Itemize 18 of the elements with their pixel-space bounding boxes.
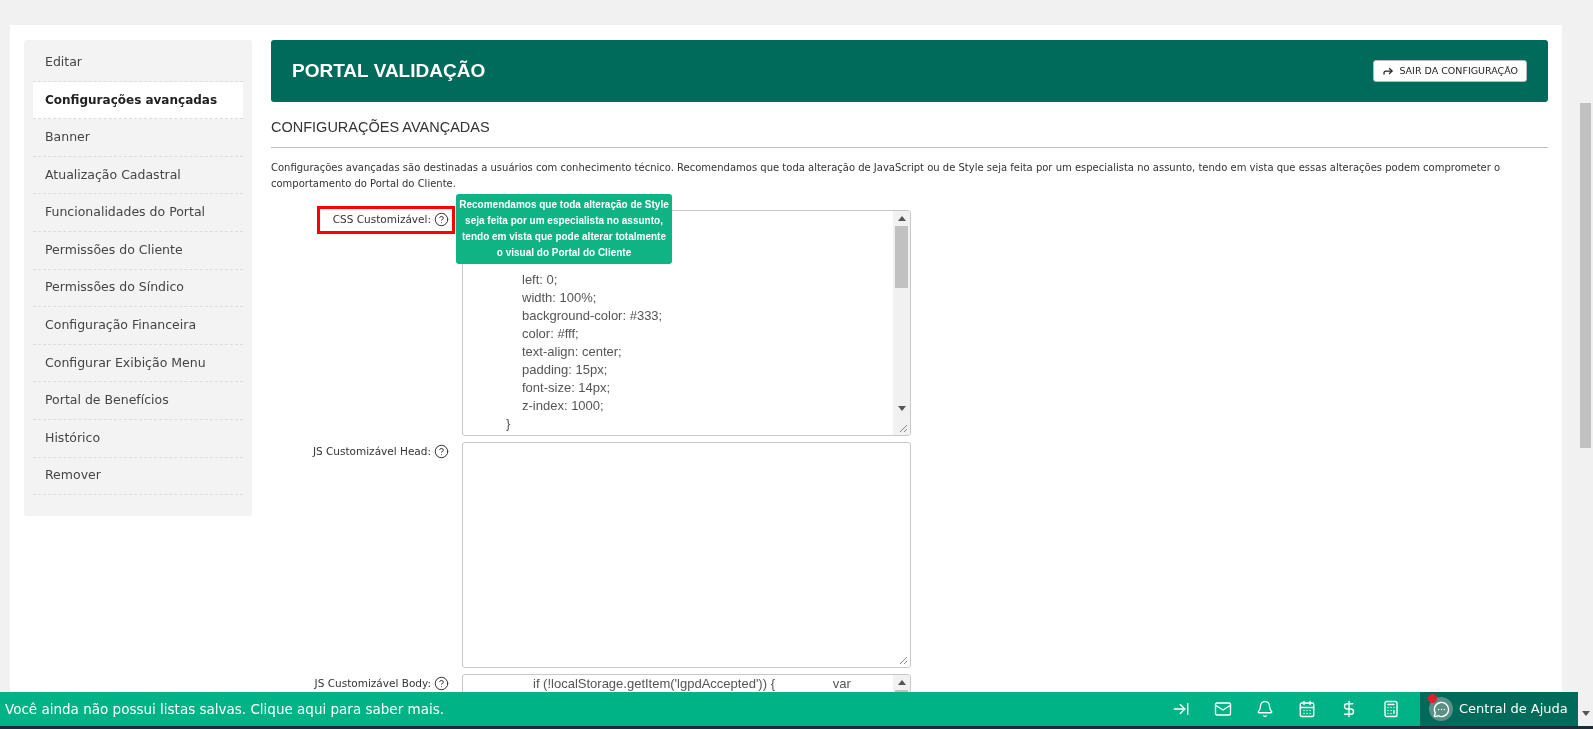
code-line: if (!localStorage.getItem('lgpdAccepted')) { var bbox=[532, 675, 851, 691]
code-line: width: 100%; bbox=[521, 288, 597, 307]
field-label: JS Customizável Body: bbox=[314, 675, 431, 691]
code-line: color: #fff; bbox=[521, 324, 579, 343]
page-title: PORTAL VALIDAÇÃO bbox=[292, 58, 486, 83]
code-line: font-size: 14px; bbox=[521, 378, 611, 397]
field-label: JS Customizável Head: bbox=[312, 443, 431, 459]
help-center-label: Central de Ajuda bbox=[1459, 700, 1568, 719]
code-line: background-color: #333; bbox=[521, 306, 663, 325]
code-line: z-index: 1000; bbox=[521, 396, 604, 415]
tooltip: Recomendamos que toda alteração de Style seja feita por um especialista no assunto, tendo em vista que pode alterar totalmente o visual do Portal do Cliente bbox=[456, 193, 672, 264]
code-line: padding: 15px; bbox=[521, 360, 608, 379]
code-line: } bbox=[505, 414, 511, 433]
code-line: left: 0; bbox=[521, 270, 558, 289]
section-title: CONFIGURAÇÕES AVANÇADAS bbox=[271, 117, 1548, 148]
description-text: Configurações avançadas são destinadas a usuários com conhecimento técnico. Recomendamos que toda alteração de JavaScript ou de Style seja feita por um especialista no assunto, tendo em vista que essas alterações podem comprometer o comportamento do Portal do Cliente. bbox=[271, 160, 1502, 191]
code-line: text-align: center; bbox=[521, 342, 622, 361]
field-label: CSS Customizável: bbox=[332, 211, 431, 227]
